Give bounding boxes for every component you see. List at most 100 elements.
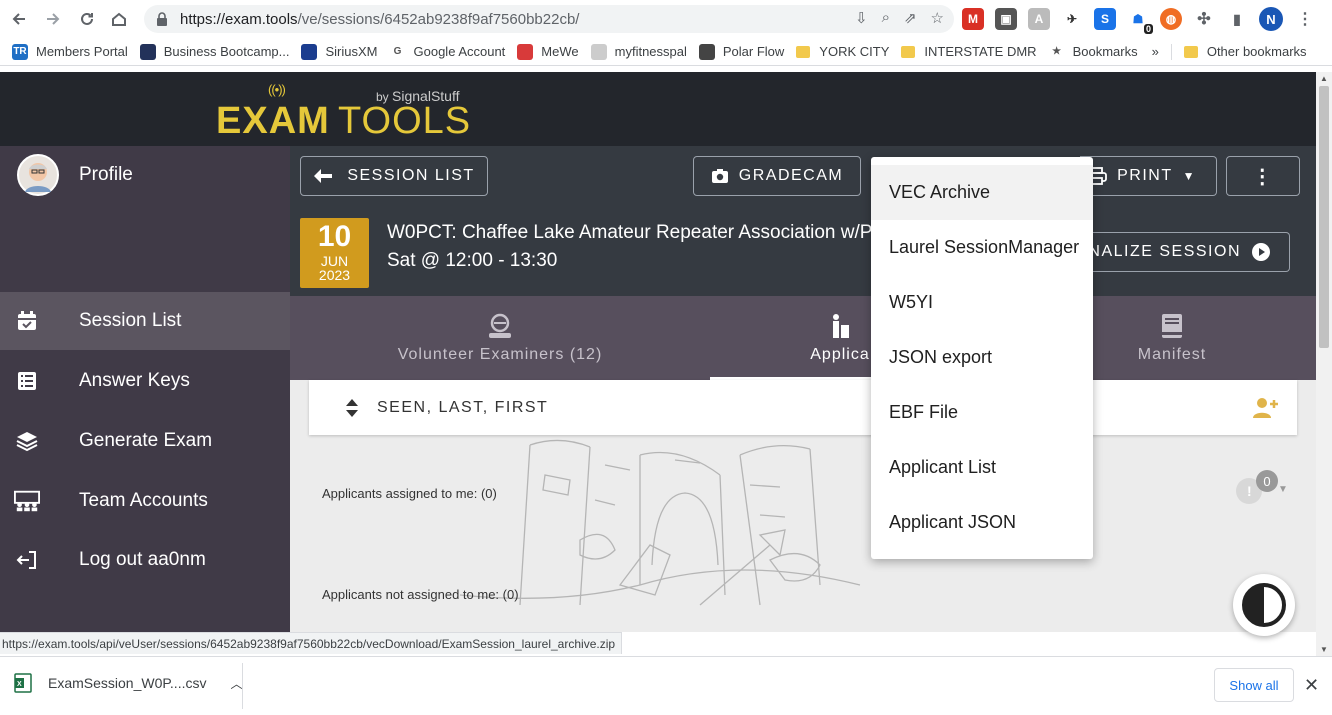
sidebar-item-answer-keys[interactable]: Answer Keys xyxy=(0,352,290,410)
bookmark-item[interactable]: Polar Flow xyxy=(698,43,785,60)
extension-icon[interactable]: ◍ xyxy=(1160,8,1182,30)
finalize-session-button[interactable]: INALIZE SESSION xyxy=(1070,232,1290,272)
bookmark-item[interactable]: YORK CITY xyxy=(796,44,889,59)
bookmark-label: Other bookmarks xyxy=(1206,44,1307,59)
bookmark-item[interactable]: ★ Bookmarks xyxy=(1048,43,1138,60)
satellite-extension-icon[interactable]: ✈ xyxy=(1061,8,1083,30)
bookmark-label: Google Account xyxy=(413,44,506,59)
extension-icon[interactable]: ▣ xyxy=(995,8,1017,30)
puzzle-icon[interactable]: ✣ xyxy=(1193,8,1215,30)
show-all-button[interactable]: Show all xyxy=(1214,668,1294,702)
bookmark-item[interactable]: MeWe xyxy=(517,43,579,60)
camera-icon xyxy=(711,169,728,183)
team-icon xyxy=(14,488,40,514)
bookmark-favicon-icon xyxy=(139,43,156,60)
bookmark-label: MeWe xyxy=(541,44,579,59)
sidebar-item-logout[interactable]: Log out aa0nm xyxy=(0,531,290,589)
logo-exam: EXAM xyxy=(216,100,330,142)
tab-manifest[interactable]: Manifest xyxy=(1092,296,1252,380)
menu-item-json-export[interactable]: JSON export xyxy=(871,330,1093,385)
caret-down-icon: ▼ xyxy=(1278,484,1288,495)
arrow-left-icon xyxy=(314,169,333,183)
sidebar-item-label: Generate Exam xyxy=(79,430,213,451)
link-status-bar: https://exam.tools/api/veUser/sessions/6… xyxy=(0,632,623,654)
bookmark-item[interactable]: TR Members Portal xyxy=(12,43,128,60)
bookmark-label: Members Portal xyxy=(36,44,128,59)
add-user-icon[interactable] xyxy=(1251,396,1279,420)
assigned-count-badge[interactable]: ! 0 ▼ xyxy=(1236,470,1288,504)
session-tabs: Volunteer Examiners (12) Applica Manifes… xyxy=(290,296,1316,380)
date-year: 2023 xyxy=(318,267,351,283)
menu-item-w5yi[interactable]: W5YI xyxy=(871,275,1093,330)
app: ((•)) EXAM TOOLS by SignalStuff Profile … xyxy=(0,72,1316,632)
extension-badge: 0 xyxy=(1143,24,1153,34)
scroll-up-icon[interactable]: ▲ xyxy=(1320,74,1328,83)
bookmark-item[interactable]: Business Bootcamp... xyxy=(139,43,289,60)
bookmark-favicon-icon xyxy=(301,43,318,60)
scroll-down-icon[interactable]: ▼ xyxy=(1320,645,1328,654)
share-icon[interactable]: ⇗ xyxy=(904,9,917,27)
sidebar-item-profile[interactable]: Profile xyxy=(0,146,290,204)
extension-icon[interactable]: A xyxy=(1028,8,1050,30)
menu-item-ebf-file[interactable]: EBF File xyxy=(871,385,1093,440)
more-options-button[interactable]: ⋮ xyxy=(1226,156,1300,196)
kebab-menu-icon[interactable]: ⋮ xyxy=(1294,8,1316,30)
sort-bar[interactable]: SEEN, LAST, FIRST xyxy=(309,380,1297,435)
count-badge: 0 xyxy=(1256,470,1278,492)
download-item[interactable]: X ExamSession_W0P....csv ︿ xyxy=(14,673,243,693)
url-host: https://exam.tools xyxy=(180,10,298,28)
bookmark-item[interactable]: INTERSTATE DMR xyxy=(901,44,1037,59)
session-date-badge: 10 JUN 2023 xyxy=(300,218,369,288)
menu-item-applicant-list[interactable]: Applicant List xyxy=(871,440,1093,495)
profile-avatar[interactable]: N xyxy=(1259,7,1283,31)
bookmarks-overflow-button[interactable]: » xyxy=(1152,44,1159,59)
sidebar-item-label: Session List xyxy=(79,310,182,331)
bookmark-item[interactable]: G Google Account xyxy=(389,43,506,60)
print-button[interactable]: PRINT ▼ xyxy=(1080,156,1217,196)
menu-item-applicant-json[interactable]: Applicant JSON xyxy=(871,495,1093,550)
bookmark-label: Polar Flow xyxy=(722,44,785,59)
home-icon[interactable] xyxy=(104,4,134,34)
forward-arrow-icon[interactable] xyxy=(38,4,68,34)
sidebar-item-session-list[interactable]: Session List xyxy=(0,292,290,350)
applicants-panel: SEEN, LAST, FIRST Applicants assigned to… xyxy=(290,380,1316,632)
sidebar-item-generate-exam[interactable]: Generate Exam xyxy=(0,412,290,470)
other-bookmarks[interactable]: Other bookmarks xyxy=(1183,44,1307,59)
applicant-icon xyxy=(833,314,849,338)
chevron-up-icon[interactable]: ︿ xyxy=(230,675,242,692)
address-bar[interactable]: https://exam.tools/ve/sessions/6452ab923… xyxy=(144,5,954,33)
logout-icon xyxy=(14,547,40,573)
close-icon[interactable]: ✕ xyxy=(1304,675,1319,696)
extension-icon[interactable]: S xyxy=(1094,8,1116,30)
bookmark-favicon-icon xyxy=(698,43,715,60)
logo-by: by SignalStuff xyxy=(376,88,460,104)
sidebar-item-team-accounts[interactable]: Team Accounts xyxy=(0,472,290,530)
tab-volunteer-examiners[interactable]: Volunteer Examiners (12) xyxy=(370,296,630,380)
install-icon[interactable]: ⇩ xyxy=(855,9,868,27)
page-scrollbar[interactable]: ▲ ▼ xyxy=(1316,72,1332,656)
sidebar-item-label: Answer Keys xyxy=(79,370,190,391)
menu-item-vec-archive[interactable]: VEC Archive xyxy=(871,165,1093,220)
session-list-button[interactable]: SESSION LIST xyxy=(300,156,488,196)
reload-icon[interactable] xyxy=(72,4,102,34)
back-arrow-icon[interactable] xyxy=(4,4,34,34)
scrollbar-thumb[interactable] xyxy=(1319,86,1329,348)
extension-with-badge-icon[interactable]: ☗ 0 xyxy=(1127,8,1153,34)
bookmarks-divider xyxy=(1170,43,1172,60)
star-icon[interactable]: ☆ xyxy=(931,9,944,27)
gmail-extension-icon[interactable]: M xyxy=(962,8,984,30)
session-time: Sat @ 12:00 - 13:30 xyxy=(387,250,558,271)
bookmark-item[interactable]: myfitnesspal xyxy=(590,43,687,60)
bookmark-item[interactable]: SiriusXM xyxy=(301,43,378,60)
menu-item-laurel-sessionmanager[interactable]: Laurel SessionManager xyxy=(871,220,1093,275)
session-topbar: SESSION LIST GRADECAM PRINT ▼ ⋮ 10 JUN 2… xyxy=(290,146,1316,296)
bookmark-label: myfitnesspal xyxy=(614,44,687,59)
avatar xyxy=(17,154,59,196)
examiner-icon xyxy=(489,313,511,338)
sidepanel-icon[interactable]: ▮ xyxy=(1226,8,1248,30)
sort-icon xyxy=(346,398,358,417)
gradecam-button[interactable]: GRADECAM xyxy=(693,156,861,196)
contrast-toggle-button[interactable] xyxy=(1233,574,1295,636)
zoom-icon[interactable]: ⌕ xyxy=(882,9,890,27)
session-title: W0PCT: Chaffee Lake Amateur Repeater Ass… xyxy=(387,222,895,243)
